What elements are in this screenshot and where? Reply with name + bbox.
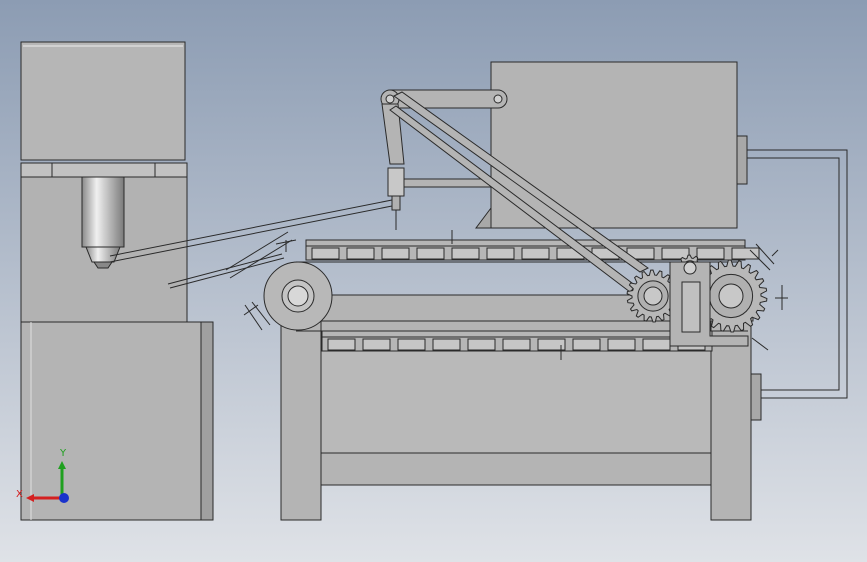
frame-right-leg[interactable] xyxy=(710,299,752,521)
tool-head[interactable] xyxy=(387,167,405,197)
chain-link xyxy=(346,247,375,260)
axis-y-label: Y xyxy=(59,448,67,459)
chain-link xyxy=(311,247,340,260)
chain-link xyxy=(572,338,601,351)
chain-link xyxy=(696,247,725,260)
chain-link xyxy=(416,247,445,260)
chain-link xyxy=(451,247,480,260)
chain-link xyxy=(642,338,671,351)
chain-link xyxy=(327,338,356,351)
chain-link xyxy=(362,338,391,351)
chain-link xyxy=(432,338,461,351)
chain-link xyxy=(731,247,760,260)
frame-middle-panel[interactable] xyxy=(320,344,712,454)
press-top-housing[interactable] xyxy=(20,41,186,161)
chain-link xyxy=(502,338,531,351)
chain-link xyxy=(607,338,636,351)
cad-drawing[interactable]: X Y xyxy=(0,0,867,562)
press-collar[interactable] xyxy=(20,162,188,178)
chain-link xyxy=(521,247,550,260)
chain-link xyxy=(661,247,690,260)
frame-lower-rail[interactable] xyxy=(320,452,712,486)
hopper-body[interactable] xyxy=(490,61,738,229)
chain-link xyxy=(381,247,410,260)
hopper-side-motor[interactable] xyxy=(736,135,748,185)
press-base[interactable] xyxy=(20,321,214,521)
press-machine[interactable] xyxy=(20,41,214,521)
frame-left-leg[interactable] xyxy=(280,299,322,521)
cad-viewport[interactable]: X Y xyxy=(0,0,867,562)
press-spindle[interactable] xyxy=(81,176,125,248)
chain-link xyxy=(467,338,496,351)
chain-link xyxy=(486,247,515,260)
chain-link xyxy=(397,338,426,351)
motor-mount[interactable] xyxy=(750,373,762,421)
axis-x-label: X xyxy=(16,489,23,500)
